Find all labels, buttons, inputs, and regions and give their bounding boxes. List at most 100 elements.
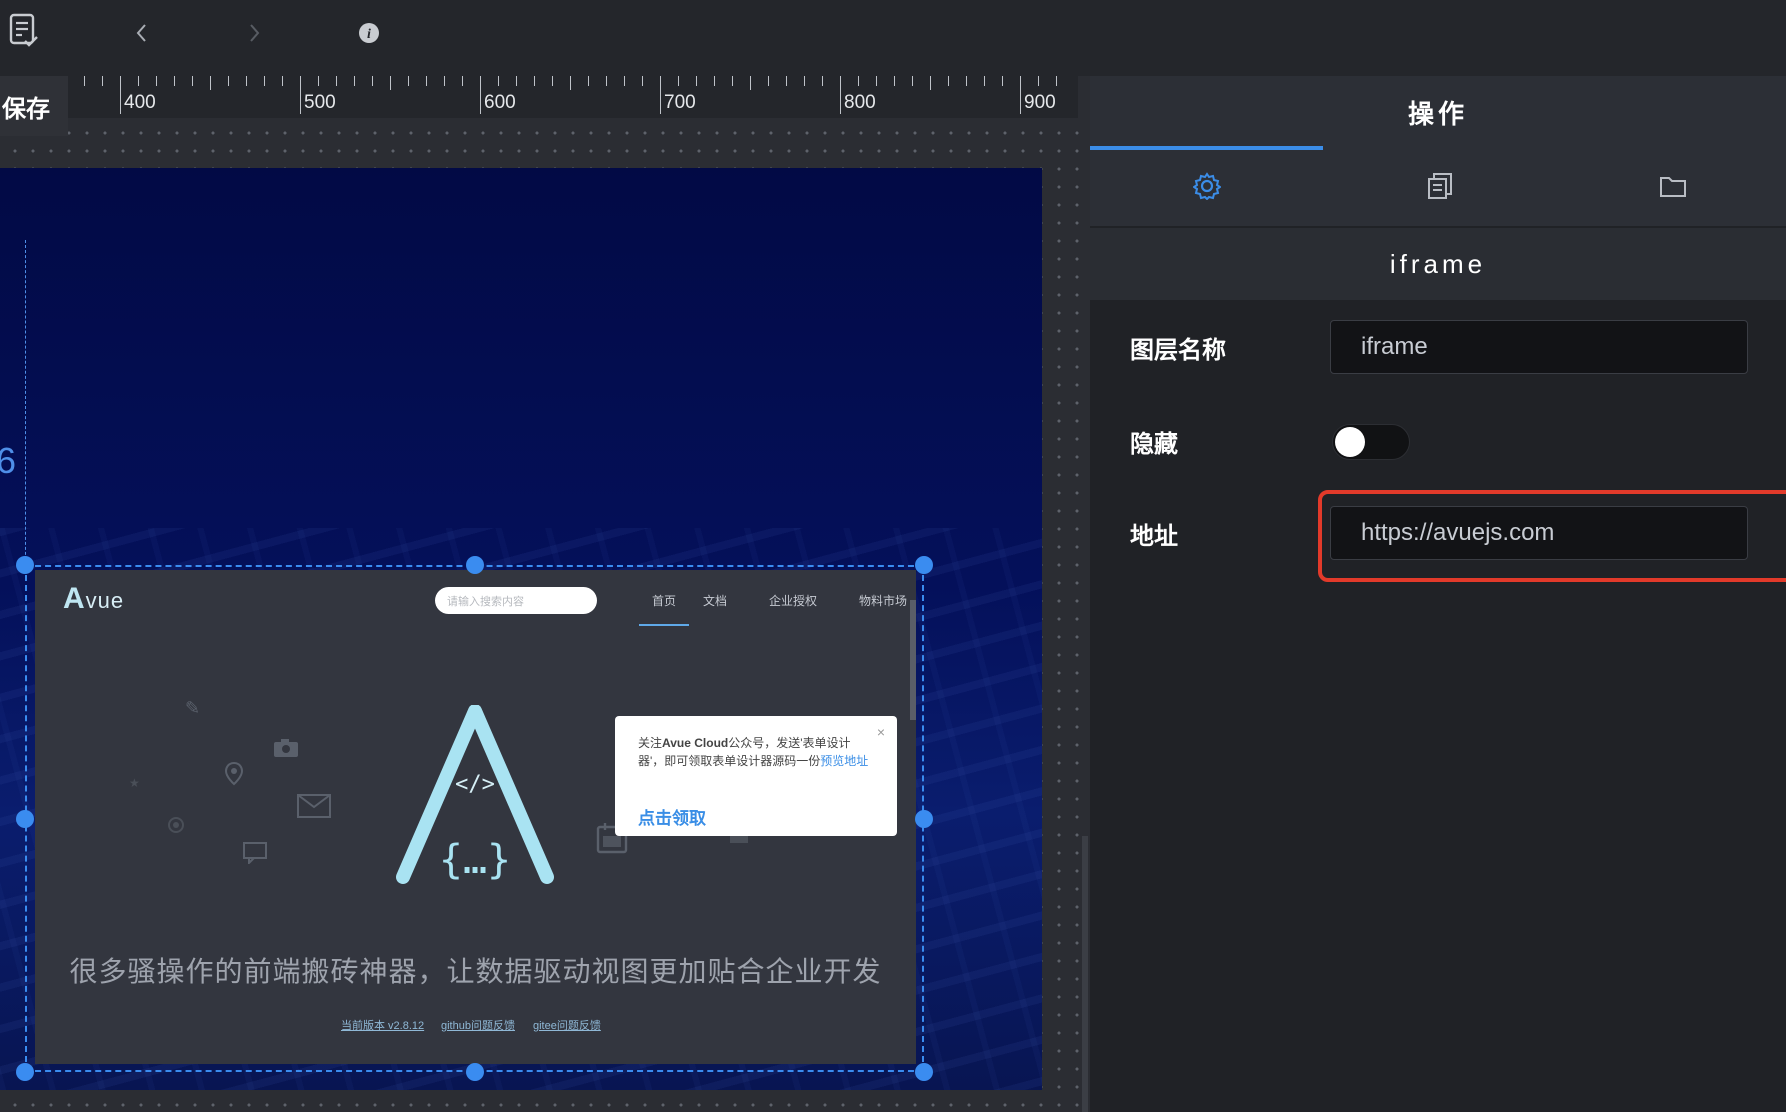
gear-icon bbox=[1191, 171, 1222, 205]
top-toolbar: i bbox=[0, 0, 1786, 76]
vertical-scrollbar[interactable] bbox=[1082, 836, 1088, 1112]
ruler-tick bbox=[462, 76, 463, 86]
ruler-tick bbox=[768, 76, 769, 86]
ruler-tick bbox=[426, 76, 427, 86]
svg-text:i: i bbox=[367, 27, 371, 42]
ruler-tick bbox=[156, 76, 157, 86]
highlight-annotation bbox=[1318, 490, 1786, 582]
ruler-tick bbox=[948, 76, 949, 86]
screen-background: 6 Avue 请输入搜索内容 首页 文档 企业授权 物料市场 ✎ ★ </> {… bbox=[0, 168, 1042, 1090]
resize-handle-top[interactable] bbox=[466, 556, 484, 574]
ruler-tick bbox=[678, 76, 679, 86]
ruler-tick bbox=[858, 76, 859, 86]
ruler-tick bbox=[228, 76, 229, 86]
ruler-tick bbox=[498, 76, 499, 86]
ruler-tick bbox=[1002, 76, 1003, 86]
ruler-tick bbox=[390, 76, 391, 90]
info-icon[interactable]: i bbox=[356, 20, 382, 46]
tab-copy[interactable] bbox=[1323, 168, 1556, 208]
operation-panel: 操作 iframe 图层名称 iframe 隐藏 地址 https://avue… bbox=[1090, 76, 1786, 1112]
ruler-tick bbox=[714, 76, 715, 86]
ruler-tick bbox=[696, 76, 697, 86]
panel-title: 操作 bbox=[1407, 99, 1468, 129]
section-title: iframe bbox=[1090, 228, 1786, 300]
ruler-tick bbox=[1056, 76, 1057, 86]
ruler-tick bbox=[930, 76, 931, 90]
ruler-tick bbox=[354, 76, 355, 86]
hidden-toggle[interactable] bbox=[1332, 424, 1410, 460]
resize-handle-bottom[interactable] bbox=[466, 1063, 484, 1081]
canvas-area[interactable]: 6 Avue 请输入搜索内容 首页 文档 企业授权 物料市场 ✎ ★ </> {… bbox=[0, 76, 1090, 1112]
ruler-tick bbox=[642, 76, 643, 86]
guide-label: 6 bbox=[0, 440, 17, 481]
ruler-label: 600 bbox=[484, 92, 516, 113]
ruler-tick bbox=[804, 76, 805, 86]
ruler-tick bbox=[282, 76, 283, 86]
save-button[interactable]: 保存 bbox=[0, 76, 68, 136]
ruler-tick bbox=[786, 76, 787, 86]
ruler-tick bbox=[138, 76, 139, 86]
ruler-label: 700 bbox=[664, 92, 696, 113]
ruler-tick bbox=[318, 76, 319, 86]
folder-icon bbox=[1659, 174, 1687, 203]
ruler-tick bbox=[444, 76, 445, 86]
ruler-label: 400 bbox=[124, 92, 156, 113]
chevron-left-icon[interactable] bbox=[126, 20, 156, 46]
toggle-knob bbox=[1335, 427, 1365, 457]
ruler-tick bbox=[624, 76, 625, 86]
ruler-tick bbox=[174, 76, 175, 86]
selection-frame[interactable] bbox=[25, 565, 924, 1072]
layer-name-input[interactable]: iframe bbox=[1330, 320, 1748, 374]
ruler-tick bbox=[822, 76, 823, 86]
resize-handle-left[interactable] bbox=[16, 810, 34, 828]
resize-handle-bottom-left[interactable] bbox=[16, 1063, 34, 1081]
tab-settings[interactable] bbox=[1090, 168, 1323, 208]
ruler-tick bbox=[606, 76, 607, 86]
ruler-tick bbox=[588, 76, 589, 86]
horizontal-ruler: 400 500 600 700 800 900 bbox=[68, 76, 1078, 118]
ruler-tick bbox=[660, 76, 661, 114]
ruler-tick bbox=[210, 76, 211, 90]
checklist-icon[interactable] bbox=[6, 12, 42, 50]
resize-handle-bottom-right[interactable] bbox=[915, 1063, 933, 1081]
ruler-tick bbox=[408, 76, 409, 86]
ruler-tick bbox=[966, 76, 967, 86]
tab-folder[interactable] bbox=[1556, 168, 1786, 208]
ruler-tick bbox=[912, 76, 913, 86]
ruler-tick bbox=[984, 76, 985, 86]
ruler-tick bbox=[372, 76, 373, 86]
ruler-label: 900 bbox=[1024, 92, 1056, 113]
address-label: 地址 bbox=[1130, 523, 1178, 550]
ruler-label: 500 bbox=[304, 92, 336, 113]
copy-icon bbox=[1426, 172, 1454, 205]
ruler-tick bbox=[192, 76, 193, 86]
ruler-tick bbox=[732, 76, 733, 86]
ruler-tick bbox=[570, 76, 571, 90]
ruler-tick bbox=[336, 76, 337, 86]
ruler-tick bbox=[264, 76, 265, 86]
ruler-tick bbox=[1038, 76, 1039, 86]
ruler-tick bbox=[84, 76, 85, 86]
resize-handle-right[interactable] bbox=[915, 810, 933, 828]
ruler-tick bbox=[300, 76, 301, 114]
vertical-guide-line bbox=[25, 240, 26, 570]
resize-handle-top-right[interactable] bbox=[915, 556, 933, 574]
ruler-tick bbox=[534, 76, 535, 86]
ruler-tick bbox=[1020, 76, 1021, 114]
ruler-tick bbox=[894, 76, 895, 86]
ruler-tick bbox=[102, 76, 103, 86]
ruler-tick bbox=[516, 76, 517, 86]
resize-handle-top-left[interactable] bbox=[16, 556, 34, 574]
layer-name-label: 图层名称 bbox=[1130, 337, 1226, 364]
ruler-tick bbox=[876, 76, 877, 86]
ruler-tick bbox=[840, 76, 841, 114]
ruler-tick bbox=[480, 76, 481, 114]
ruler-label: 800 bbox=[844, 92, 876, 113]
ruler-tick bbox=[120, 76, 121, 114]
panel-header: 操作 bbox=[1090, 76, 1786, 226]
ruler-tick bbox=[750, 76, 751, 90]
active-tab-indicator bbox=[1090, 146, 1323, 150]
hidden-label: 隐藏 bbox=[1130, 431, 1178, 458]
ruler-tick bbox=[246, 76, 247, 86]
chevron-right-icon[interactable] bbox=[240, 20, 270, 46]
